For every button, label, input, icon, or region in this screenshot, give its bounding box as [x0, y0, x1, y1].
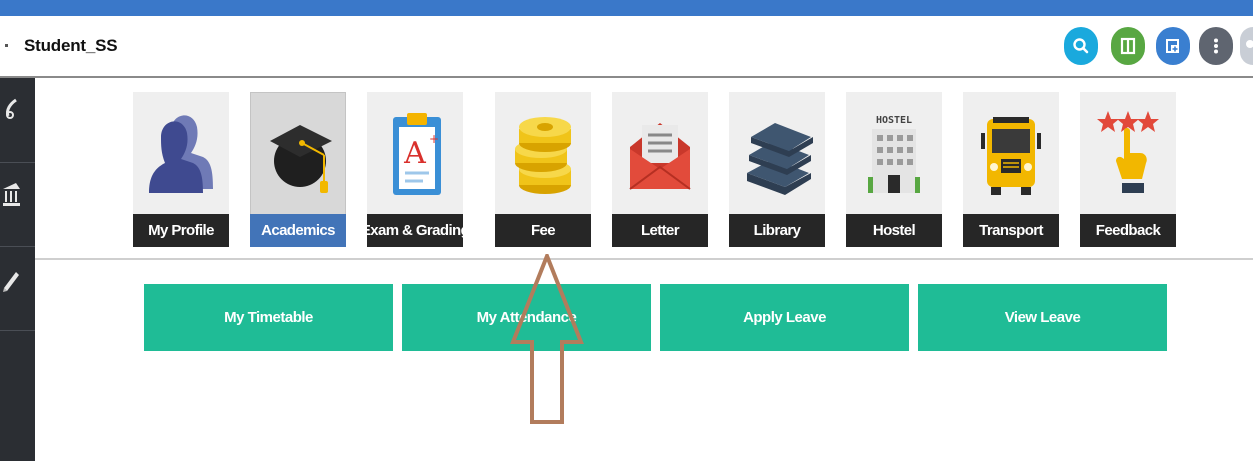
search-icon	[1073, 38, 1089, 54]
envelope-icon	[629, 123, 691, 190]
exam-clipboard-icon: A +	[393, 113, 441, 195]
top-strip	[0, 0, 1253, 16]
apply-leave-button[interactable]: Apply Leave	[660, 284, 909, 351]
columns-button[interactable]	[1111, 27, 1145, 65]
tile-label: Transport	[963, 214, 1059, 247]
avatar-icon	[1246, 40, 1253, 48]
sidebar-divider	[0, 162, 35, 163]
tile-library[interactable]: Library	[729, 92, 825, 247]
tile-label: My Profile	[133, 214, 229, 247]
tile-exam-grading[interactable]: A + Exam & Grading	[361, 92, 470, 247]
school-bus-icon	[981, 117, 1041, 195]
tile-academics[interactable]: Academics	[250, 92, 346, 247]
notebook-button[interactable]	[1156, 27, 1190, 65]
pencil-icon[interactable]	[2, 266, 20, 292]
tile-letter[interactable]: Letter	[612, 92, 708, 247]
user-avatar-button[interactable]	[1240, 27, 1253, 65]
back-indicator[interactable]	[5, 44, 8, 47]
tile-transport[interactable]: Transport	[963, 92, 1059, 247]
left-sidebar	[0, 78, 35, 461]
section-divider	[35, 258, 1253, 260]
page-title: Student_SS	[24, 36, 118, 55]
hostel-sign: HOSTEL	[876, 115, 912, 126]
notebook-icon	[1166, 39, 1179, 53]
institution-icon[interactable]	[2, 182, 20, 208]
view-leave-button[interactable]: View Leave	[918, 284, 1167, 351]
tile-my-profile[interactable]: My Profile	[133, 92, 229, 247]
more-vertical-icon	[1214, 38, 1218, 54]
my-attendance-button[interactable]: My Attendance	[402, 284, 651, 351]
graduation-cap-icon	[270, 125, 332, 193]
more-options-button[interactable]	[1199, 27, 1233, 65]
coins-icon	[515, 117, 571, 194]
tile-label: Hostel	[846, 214, 942, 247]
tile-label: Library	[729, 214, 825, 247]
tile-label: Academics	[250, 214, 346, 247]
tile-feedback[interactable]: Feedback	[1080, 92, 1176, 247]
my-timetable-button[interactable]: My Timetable	[144, 284, 393, 351]
tile-label: Exam & Grading	[361, 214, 470, 247]
hostel-building-icon: HOSTEL	[868, 115, 920, 193]
tile-fee[interactable]: Fee	[495, 92, 591, 247]
tile-label: Fee	[495, 214, 591, 247]
svg-text:+: +	[429, 132, 439, 146]
tile-hostel[interactable]: HOSTEL Hostel	[846, 92, 942, 247]
sidebar-divider	[0, 246, 35, 247]
app-header: Student_SS	[0, 16, 1253, 78]
svg-text:A: A	[403, 136, 426, 171]
search-button[interactable]	[1064, 27, 1098, 65]
pen-icon[interactable]	[2, 96, 20, 122]
tile-label: Letter	[612, 214, 708, 247]
sidebar-divider	[0, 330, 35, 331]
tile-label: Feedback	[1080, 214, 1176, 247]
profile-icon	[149, 115, 213, 193]
feedback-stars-icon	[1097, 111, 1159, 193]
columns-icon	[1120, 37, 1136, 55]
books-icon	[747, 123, 813, 195]
